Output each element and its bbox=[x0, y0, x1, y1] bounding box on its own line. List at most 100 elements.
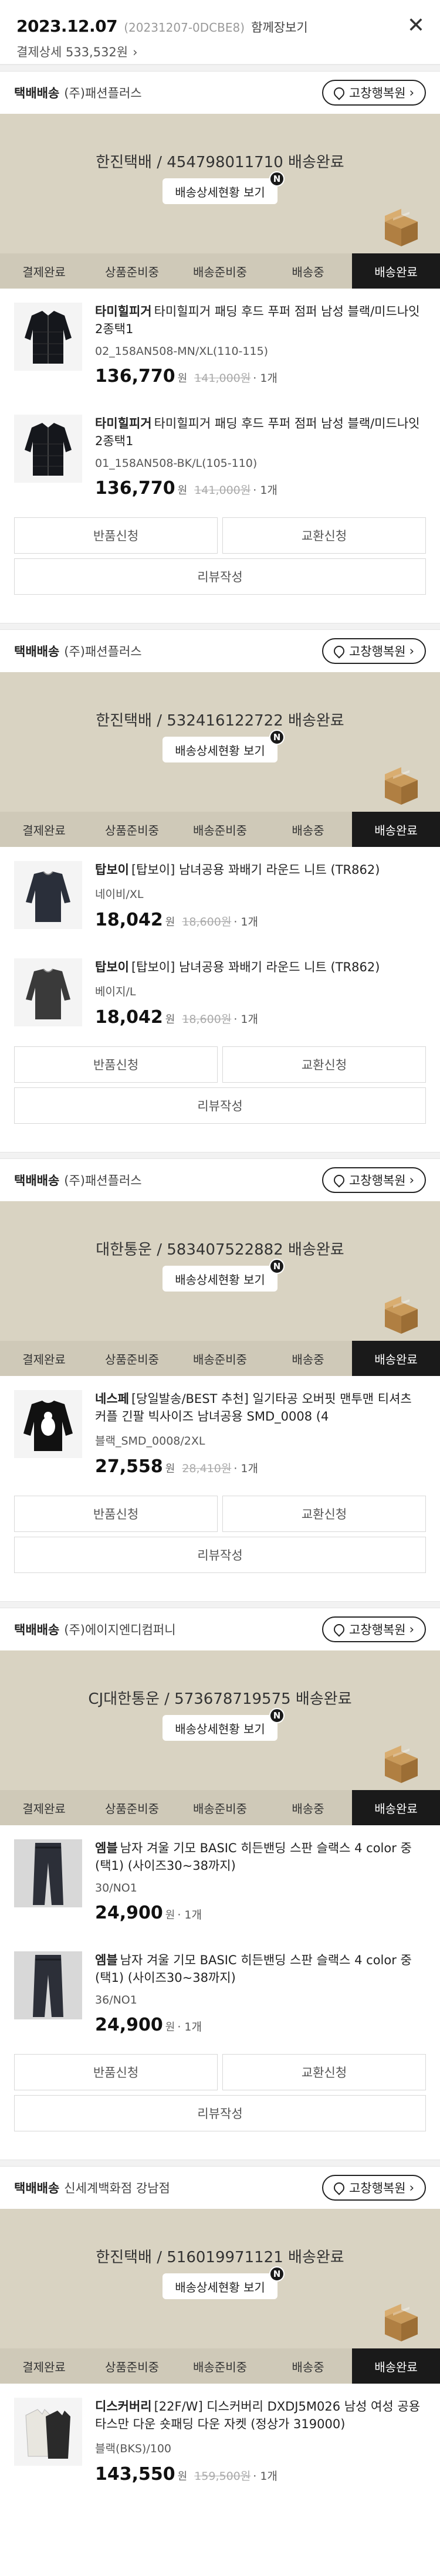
delivery-steps: 결제완료 상품준비중 배송준비중 배송중 배송완료 bbox=[0, 1790, 440, 1825]
product-brand: 탑보이 bbox=[95, 960, 129, 974]
exchange-request-button[interactable]: 교환신청 bbox=[222, 1046, 426, 1083]
new-badge: N bbox=[269, 171, 285, 187]
return-request-button[interactable]: 반품신청 bbox=[14, 2054, 218, 2090]
write-review-button[interactable]: 리뷰작성 bbox=[14, 558, 426, 595]
tracking-banner: 대한통운 / 583407522882 배송완료 배송상세현황 보기 N bbox=[0, 1201, 440, 1341]
product-brand: 엠블 bbox=[95, 1841, 118, 1855]
product-image[interactable] bbox=[14, 2398, 82, 2466]
product-item[interactable]: 네스페 [당일발송/BEST 추천] 일기타공 오버핏 맨투맨 티셔츠 커플 긴팔… bbox=[0, 1376, 440, 1491]
tracking-status: CJ대한통운 / 573678719575 배송완료 bbox=[88, 1690, 352, 1708]
product-image[interactable] bbox=[14, 1390, 82, 1458]
product-brand: 타미힐피거 bbox=[95, 304, 152, 318]
product-item[interactable]: 탑보이 [탑보이] 남녀공용 꽈배기 라운드 니트 (TR862) 네이비/XL 18… bbox=[0, 847, 440, 944]
seller-name: (주)패션플러스 bbox=[64, 645, 142, 659]
product-item[interactable]: 엠블 남자 겨울 기모 BASIC 히든밴딩 스판 슬랙스 4 color 중 (… bbox=[0, 1937, 440, 2049]
delivery-step: 상품준비중 bbox=[105, 823, 159, 838]
product-quantity: · 1개 bbox=[177, 1909, 202, 1921]
exchange-request-button[interactable]: 교환신청 bbox=[222, 2054, 426, 2090]
shipment-actions: 반품신청 교환신청리뷰작성 bbox=[0, 513, 440, 595]
currency-unit: 원 bbox=[177, 2470, 188, 2483]
write-review-button[interactable]: 리뷰작성 bbox=[14, 1087, 426, 1124]
shipment-group: 택배배송 (주)패션플러스 고창행복원 › 한진택배 / 532416122722 배송… bbox=[0, 630, 440, 1152]
original-price: 141,000원 bbox=[194, 484, 251, 497]
return-address-button[interactable]: 고창행복원 › bbox=[321, 638, 426, 664]
new-badge: N bbox=[269, 1259, 285, 1274]
delivery-type: 택배배송 bbox=[14, 86, 60, 100]
original-price: 28,410원 bbox=[182, 1462, 232, 1475]
tracking-detail-button[interactable]: 배송상세현황 보기 N bbox=[163, 1259, 285, 1292]
return-address-button[interactable]: 고창행복원 › bbox=[321, 80, 426, 106]
exchange-request-button[interactable]: 교환신청 bbox=[222, 1496, 426, 1532]
close-icon[interactable]: ✕ bbox=[407, 15, 425, 36]
show-all-link[interactable]: 함께장보기 bbox=[251, 21, 308, 35]
product-name: [당일발송/BEST 추천] 일기타공 오버핏 맨투맨 티셔츠 커플 긴팔 빅사… bbox=[95, 1392, 412, 1423]
chevron-right-icon: › bbox=[409, 1622, 414, 1636]
shipment-header: 택배배송 (주)패션플러스 고창행복원 › bbox=[0, 630, 440, 672]
product-image[interactable] bbox=[14, 415, 82, 483]
product-item[interactable]: 타미힐피거 타미힐피거 패딩 후드 푸퍼 점퍼 남성 블랙/미드나잇 2종택1 01… bbox=[0, 401, 440, 513]
chevron-right-icon: › bbox=[409, 644, 414, 658]
return-address-button[interactable]: 고창행복원 › bbox=[321, 1167, 426, 1193]
tracking-detail-button[interactable]: 배송상세현황 보기 N bbox=[163, 2266, 285, 2299]
delivery-step: 배송완료 bbox=[352, 253, 440, 289]
return-request-button[interactable]: 반품신청 bbox=[14, 517, 218, 554]
tracking-detail-button[interactable]: 배송상세현황 보기 N bbox=[163, 730, 285, 762]
return-address-label: 고창행복원 bbox=[348, 1174, 406, 1188]
product-image[interactable] bbox=[14, 1839, 82, 1907]
delivery-steps: 결제완료 상품준비중 배송준비중 배송중 배송완료 bbox=[0, 812, 440, 847]
location-pin-icon bbox=[331, 643, 347, 659]
product-quantity: · 1개 bbox=[177, 2021, 202, 2033]
seller-name: (주)패션플러스 bbox=[64, 1174, 142, 1188]
product-name: 남자 겨울 기모 BASIC 히든밴딩 스판 슬랙스 4 color 중 (택1… bbox=[95, 1953, 412, 1985]
product-quantity: · 1개 bbox=[253, 484, 277, 497]
location-pin-icon bbox=[331, 85, 347, 100]
product-item[interactable]: 탑보이 [탑보이] 남녀공용 꽈배기 라운드 니트 (TR862) 베이지/L 18,… bbox=[0, 944, 440, 1042]
return-address-label: 고창행복원 bbox=[348, 86, 406, 100]
order-header: 2023.12.07 (20231207-0DCBE8) 함께장보기 결제상세 … bbox=[0, 0, 440, 65]
product-name: [탑보이] 남녀공용 꽈배기 라운드 니트 (TR862) bbox=[131, 863, 380, 877]
delivery-type: 택배배송 bbox=[14, 1174, 60, 1188]
product-quantity: · 1개 bbox=[253, 372, 277, 385]
shipment-group: 택배배송 (주)패션플러스 고창행복원 › 대한통운 / 583407522882 배송… bbox=[0, 1159, 440, 1601]
currency-unit: 원 bbox=[177, 372, 188, 385]
product-image[interactable] bbox=[14, 861, 82, 929]
product-item[interactable]: 엠블 남자 겨울 기모 BASIC 히든밴딩 스판 슬랙스 4 color 중 (… bbox=[0, 1825, 440, 1937]
product-option: 베이지/L bbox=[95, 985, 136, 998]
product-image[interactable] bbox=[14, 303, 82, 371]
tracking-detail-label: 배송상세현황 보기 bbox=[175, 2280, 265, 2294]
product-item[interactable]: 디스커버리 [22F/W] 디스커버리 DXDJ5M026 남성 여성 공용 타스… bbox=[0, 2384, 440, 2499]
product-image[interactable] bbox=[14, 1951, 82, 2019]
delivery-box-icon bbox=[381, 1743, 421, 1784]
return-request-button[interactable]: 반품신청 bbox=[14, 1496, 218, 1532]
payment-detail-link[interactable]: 결제상세 533,532원 › bbox=[16, 43, 424, 60]
seller-name: 신세계백화점 강남점 bbox=[64, 2181, 170, 2195]
product-brand: 타미힐피거 bbox=[95, 416, 152, 431]
section-separator bbox=[0, 1601, 440, 1608]
delivery-box-icon bbox=[381, 765, 421, 806]
tracking-status: 한진택배 / 454798011710 배송완료 bbox=[96, 154, 344, 171]
delivery-step: 배송중 bbox=[292, 265, 324, 279]
return-address-button[interactable]: 고창행복원 › bbox=[321, 2175, 426, 2201]
new-badge: N bbox=[269, 1708, 285, 1723]
product-price: 24,900 bbox=[95, 2015, 163, 2035]
delivery-step: 배송완료 bbox=[352, 1341, 440, 1376]
tracking-detail-label: 배송상세현황 보기 bbox=[175, 1721, 265, 1736]
write-review-button[interactable]: 리뷰작성 bbox=[14, 1537, 426, 1573]
delivery-step: 배송중 bbox=[292, 1352, 324, 1367]
delivery-step: 상품준비중 bbox=[105, 1801, 159, 1816]
shipment-header: 택배배송 (주)패션플러스 고창행복원 › bbox=[0, 1159, 440, 1201]
tracking-detail-button[interactable]: 배송상세현황 보기 N bbox=[163, 1708, 285, 1741]
return-request-button[interactable]: 반품신청 bbox=[14, 1046, 218, 1083]
return-address-label: 고창행복원 bbox=[348, 645, 406, 659]
product-brand: 디스커버리 bbox=[95, 2399, 152, 2414]
currency-unit: 원 bbox=[165, 916, 175, 928]
product-brand: 네스페 bbox=[95, 1392, 129, 1406]
order-date: 2023.12.07 bbox=[16, 16, 118, 36]
return-address-button[interactable]: 고창행복원 › bbox=[321, 1616, 426, 1642]
product-item[interactable]: 타미힐피거 타미힐피거 패딩 후드 푸퍼 점퍼 남성 블랙/미드나잇 2종택1 02… bbox=[0, 289, 440, 401]
write-review-button[interactable]: 리뷰작성 bbox=[14, 2095, 426, 2131]
product-image[interactable] bbox=[14, 958, 82, 1026]
product-name: [탑보이] 남녀공용 꽈배기 라운드 니트 (TR862) bbox=[131, 960, 380, 974]
exchange-request-button[interactable]: 교환신청 bbox=[222, 517, 426, 554]
tracking-detail-button[interactable]: 배송상세현황 보기 N bbox=[163, 171, 285, 204]
